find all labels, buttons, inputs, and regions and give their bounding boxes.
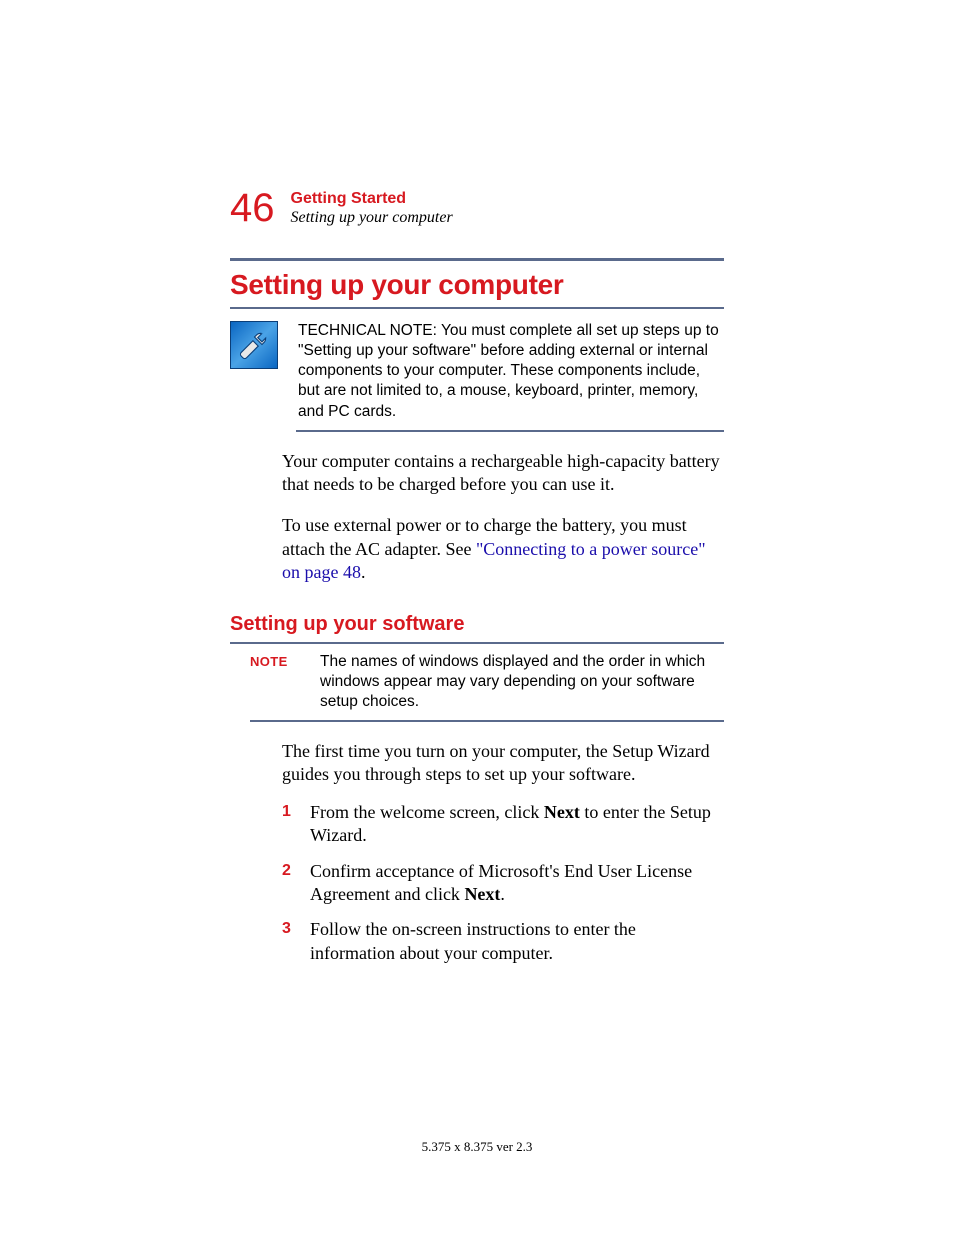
list-item: 3 Follow the on-screen instructions to e…	[282, 918, 724, 965]
note-block: NOTE The names of windows displayed and …	[250, 652, 724, 722]
wrench-icon	[230, 321, 278, 369]
divider	[230, 642, 724, 644]
page-footer: 5.375 x 8.375 ver 2.3	[0, 1139, 954, 1155]
step-text-bold: Next	[464, 884, 500, 904]
step-number: 2	[282, 860, 296, 907]
step-number: 1	[282, 801, 296, 848]
step-text-bold: Next	[544, 802, 580, 822]
step-text-part: Follow the on-screen instructions to ent…	[310, 919, 636, 962]
step-text: Follow the on-screen instructions to ent…	[310, 918, 724, 965]
note-text: The names of windows displayed and the o…	[320, 652, 724, 712]
page: 46 Getting Started Setting up your compu…	[0, 0, 954, 1235]
step-text-part: From the welcome screen, click	[310, 802, 544, 822]
heading-2: Setting up your software	[230, 613, 724, 636]
technical-note-text: TECHNICAL NOTE: You must complete all se…	[298, 321, 724, 422]
list-item: 1 From the welcome screen, click Next to…	[282, 801, 724, 848]
divider	[230, 258, 724, 261]
step-number: 3	[282, 918, 296, 965]
technical-note-footer	[296, 430, 724, 432]
technical-note: TECHNICAL NOTE: You must complete all se…	[230, 321, 724, 422]
note-label: NOTE	[250, 654, 298, 669]
steps-list: 1 From the welcome screen, click Next to…	[282, 801, 724, 965]
body-paragraph: To use external power or to charge the b…	[282, 514, 724, 584]
divider	[250, 720, 724, 722]
heading-1: Setting up your computer	[230, 269, 724, 301]
page-number: 46	[230, 188, 275, 228]
step-text-part: .	[500, 884, 505, 904]
divider	[296, 430, 724, 432]
page-header: 46 Getting Started Setting up your compu…	[230, 190, 724, 228]
step-text: Confirm acceptance of Microsoft's End Us…	[310, 860, 724, 907]
chapter-title: Getting Started	[291, 190, 453, 208]
divider	[230, 307, 724, 310]
step-text: From the welcome screen, click Next to e…	[310, 801, 724, 848]
section-breadcrumb: Setting up your computer	[291, 209, 453, 227]
body-paragraph: Your computer contains a rechargeable hi…	[282, 450, 724, 497]
body-paragraph: The first time you turn on your computer…	[282, 740, 724, 787]
header-titles: Getting Started Setting up your computer	[291, 190, 453, 227]
body-text: .	[361, 562, 366, 582]
list-item: 2 Confirm acceptance of Microsoft's End …	[282, 860, 724, 907]
